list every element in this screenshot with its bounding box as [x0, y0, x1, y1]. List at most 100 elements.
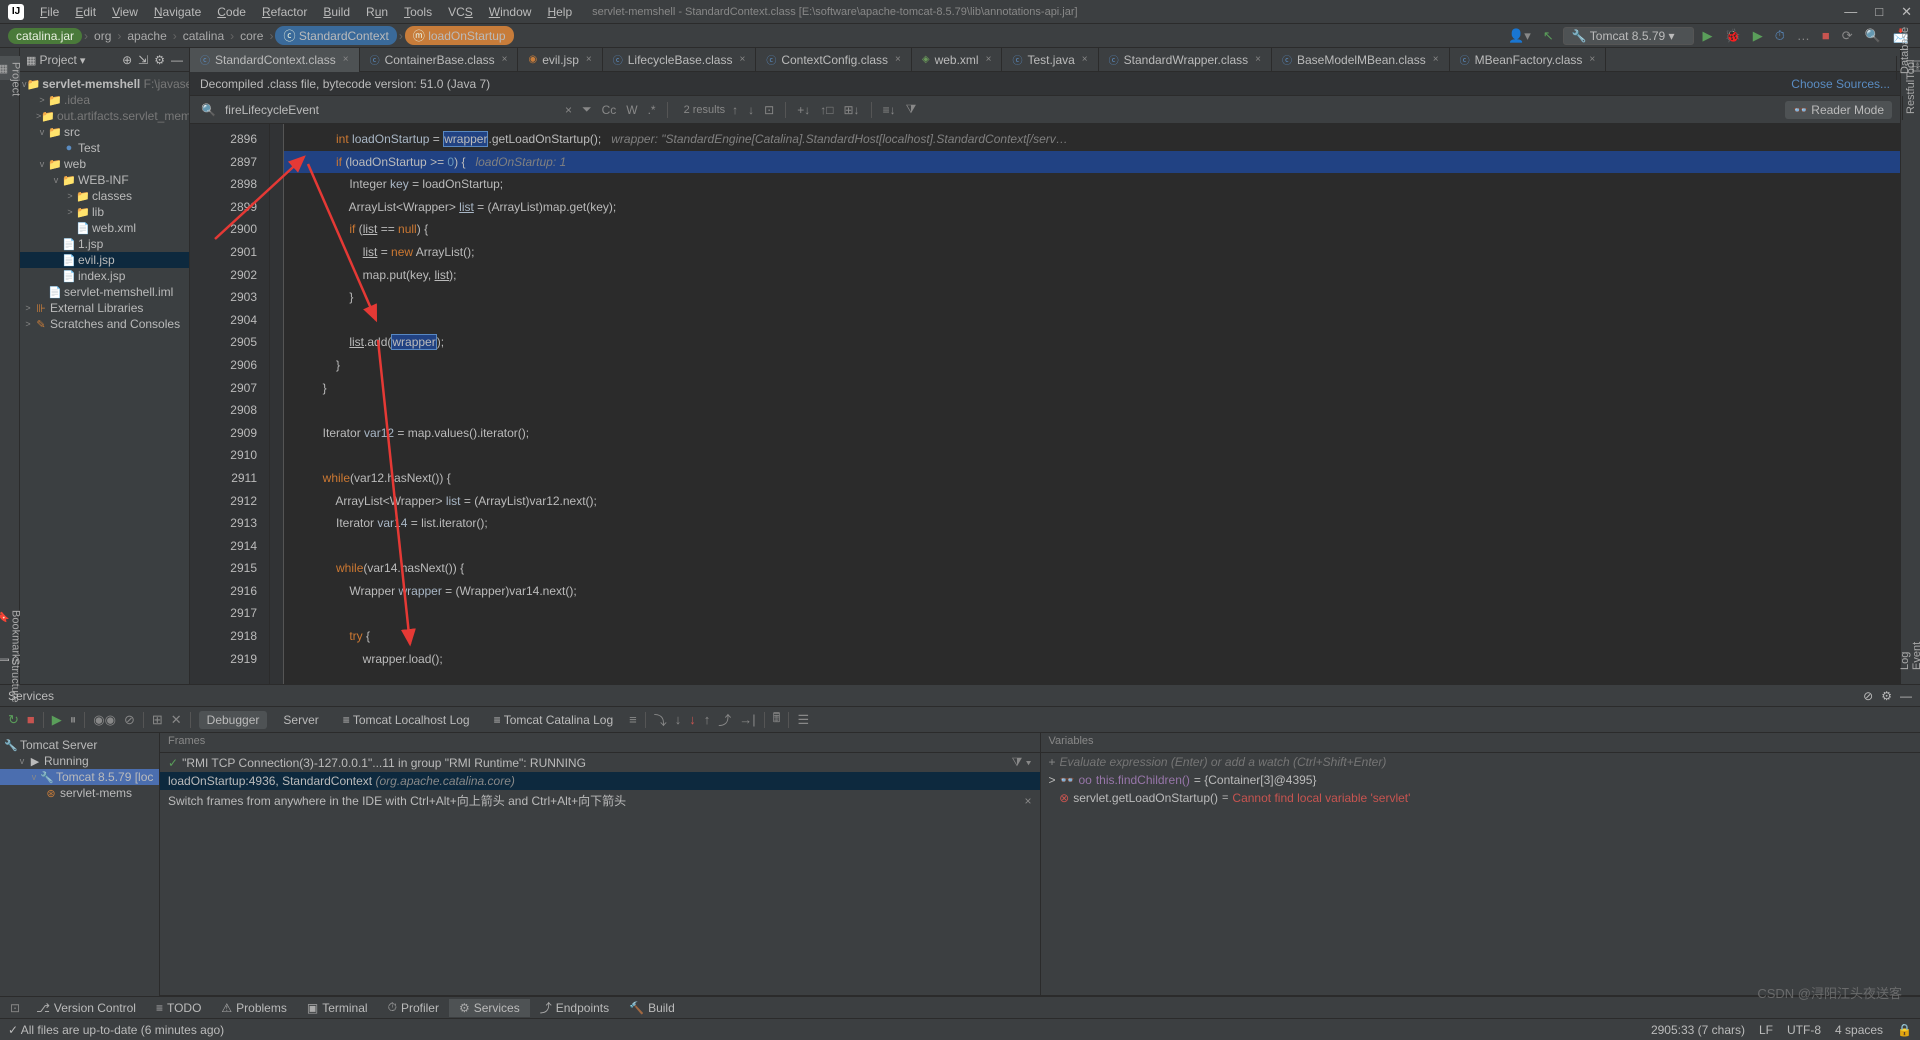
run-to-cursor-icon[interactable]: →| — [739, 712, 755, 727]
hide-icon[interactable]: — — [1900, 689, 1912, 703]
profiler-tab[interactable]: ⏱ Profiler — [378, 998, 449, 1017]
scroll-from-source-icon[interactable]: ⊕ — [122, 53, 132, 67]
evaluate-icon[interactable]: 🖩 — [773, 709, 781, 731]
run-icon[interactable]: ▶ — [1700, 28, 1716, 44]
regex-icon[interactable]: .* — [645, 103, 659, 117]
menu-navigate[interactable]: Navigate — [146, 3, 209, 21]
menu-build[interactable]: Build — [315, 3, 358, 21]
editor-tab[interactable]: ◈web.xml× — [912, 48, 1003, 72]
services-tab[interactable]: ⚙ Services — [449, 999, 530, 1017]
tree-node[interactable]: 📄index.jsp — [20, 268, 189, 284]
clear-search-icon[interactable]: × — [562, 103, 575, 117]
lock-icon[interactable]: 🔒 — [1897, 1023, 1912, 1037]
reader-mode-button[interactable]: 👓 Reader Mode — [1785, 101, 1892, 119]
pause-icon[interactable]: ⏸ — [70, 712, 77, 728]
breadcrumb-jar[interactable]: catalina.jar — [8, 28, 82, 44]
remove-selection-icon[interactable]: ↑□ — [817, 103, 836, 117]
server-tab[interactable]: Server — [275, 711, 326, 729]
editor-tab[interactable]: ⓒContextConfig.class× — [756, 48, 912, 72]
code-editor[interactable]: 2896289728982899290029012902290329042905… — [190, 124, 1900, 684]
editor-tab[interactable]: ◉evil.jsp× — [518, 48, 602, 72]
status-enc[interactable]: UTF-8 — [1787, 1023, 1821, 1037]
mute-breakpoints-icon[interactable]: ⊘ — [124, 712, 135, 728]
menu-code[interactable]: Code — [209, 3, 254, 21]
funnel-icon[interactable]: ⧩ — [903, 102, 920, 117]
menu-file[interactable]: File — [32, 3, 67, 21]
editor-tab[interactable]: ⓒLifecycleBase.class× — [603, 48, 757, 72]
editor-tab[interactable]: ⓒContainerBase.class× — [360, 48, 519, 72]
endpoints-tab[interactable]: ⤴ Endpoints — [530, 997, 619, 1018]
step-over-icon[interactable]: ⤵ — [654, 710, 667, 729]
problems-tab[interactable]: ⚠ Problems — [211, 999, 296, 1017]
editor-tab[interactable]: ⓒMBeanFactory.class× — [1450, 48, 1607, 72]
update-icon[interactable]: ⟳ — [1839, 28, 1856, 44]
breadcrumb[interactable]: core — [236, 29, 267, 43]
tree-node[interactable]: 📄1.jsp — [20, 236, 189, 252]
user-icon[interactable]: 👤▾ — [1505, 28, 1534, 44]
tree-node[interactable]: v📁src — [20, 124, 189, 140]
step-out-icon[interactable]: ↑ — [704, 712, 711, 727]
back-icon[interactable]: ↖ — [1540, 28, 1557, 44]
prev-icon[interactable]: ↑ — [729, 103, 741, 117]
force-step-into-icon[interactable]: ↓ — [689, 712, 696, 727]
select-all-icon[interactable]: ⊡ — [761, 103, 777, 117]
tree-node[interactable]: v📁WEB-INF — [20, 172, 189, 188]
build-tab[interactable]: 🔨 Build — [619, 999, 685, 1017]
menu-vcs[interactable]: VCS — [440, 3, 481, 21]
drop-frame-icon[interactable]: ⤴ — [718, 710, 731, 729]
minimize-icon[interactable]: — — [1844, 4, 1857, 20]
next-icon[interactable]: ↓ — [745, 103, 757, 117]
todo-tab[interactable]: ≡ TODO — [146, 999, 211, 1017]
breadcrumb-method[interactable]: ⓜ loadOnStartup — [405, 26, 514, 45]
tree-node[interactable]: 📄servlet-memshell.iml — [20, 284, 189, 300]
editor-tab[interactable]: ⓒStandardContext.class× — [190, 48, 360, 72]
debugger-tab[interactable]: Debugger — [199, 711, 268, 729]
stop-icon[interactable]: ■ — [1819, 28, 1833, 43]
tree-node[interactable]: >📁classes — [20, 188, 189, 204]
settings-icon[interactable]: ✕ — [171, 712, 182, 728]
stop-icon[interactable]: ■ — [27, 712, 35, 727]
maximize-icon[interactable]: □ — [1875, 4, 1883, 20]
restfultool-tab[interactable]: RestfulTool — [1902, 96, 1919, 120]
run-config-select[interactable]: 🔧 Tomcat 8.5.79 ▾ — [1563, 27, 1694, 45]
rerun-icon[interactable]: ↻ — [8, 712, 19, 728]
search-icon[interactable]: 🔍 — [1862, 28, 1884, 44]
localhost-log-tab[interactable]: ≡ Tomcat Localhost Log — [335, 711, 478, 729]
breadcrumb[interactable]: catalina — [179, 29, 228, 43]
terminal-tab[interactable]: ▣ Terminal — [297, 999, 378, 1017]
services-menu-icon[interactable]: ⊘ — [1863, 689, 1873, 703]
vcs-tab[interactable]: ⎇ Version Control — [26, 999, 146, 1017]
frame-row[interactable]: loadOnStartup:4936, StandardContext (org… — [168, 774, 515, 788]
breadcrumb[interactable]: org — [90, 29, 115, 43]
close-icon[interactable]: ✕ — [1901, 4, 1912, 20]
editor-tab[interactable]: ⓒTest.java× — [1002, 48, 1098, 72]
breadcrumb[interactable]: apache — [123, 29, 170, 43]
resume-icon[interactable]: ▶ — [52, 712, 62, 728]
sel-all-icon[interactable]: ⊞↓ — [841, 103, 863, 117]
menu-edit[interactable]: Edit — [67, 3, 104, 21]
menu-view[interactable]: View — [104, 3, 146, 21]
breadcrumb-class[interactable]: ⓒ StandardContext — [275, 26, 396, 45]
tree-node[interactable]: v📁web — [20, 156, 189, 172]
status-pos[interactable]: 2905:33 (7 chars) — [1651, 1023, 1745, 1037]
catalina-log-tab[interactable]: ≡ Tomcat Catalina Log — [486, 711, 622, 729]
choose-sources-link[interactable]: Choose Sources... — [1791, 77, 1890, 91]
debug-icon[interactable]: 🐞 — [1722, 28, 1744, 44]
editor-tab[interactable]: ⓒBaseModelMBean.class× — [1272, 48, 1450, 72]
coverage-icon[interactable]: ▶ — [1750, 28, 1766, 44]
attach-icon[interactable]: … — [1794, 28, 1813, 43]
case-icon[interactable]: Cc — [599, 103, 620, 117]
layout-icon[interactable]: ⊞ — [152, 712, 163, 728]
tree-node[interactable]: >📁lib — [20, 204, 189, 220]
menu-tools[interactable]: Tools — [396, 3, 440, 21]
tree-node[interactable]: ●Test — [20, 140, 189, 156]
filter-icon[interactable]: ≡↓ — [880, 103, 899, 117]
menu-refactor[interactable]: Refactor — [254, 3, 315, 21]
status-indent[interactable]: 4 spaces — [1835, 1023, 1883, 1037]
history-icon[interactable]: ⏷ — [579, 102, 595, 117]
profile-icon[interactable]: ⏱ — [1772, 28, 1788, 44]
menu-window[interactable]: Window — [481, 3, 540, 21]
event-log-tab[interactable]: Event Log — [1896, 652, 1920, 676]
editor-tab[interactable]: ⓒStandardWrapper.class× — [1099, 48, 1272, 72]
hide-icon[interactable]: — — [171, 53, 183, 67]
